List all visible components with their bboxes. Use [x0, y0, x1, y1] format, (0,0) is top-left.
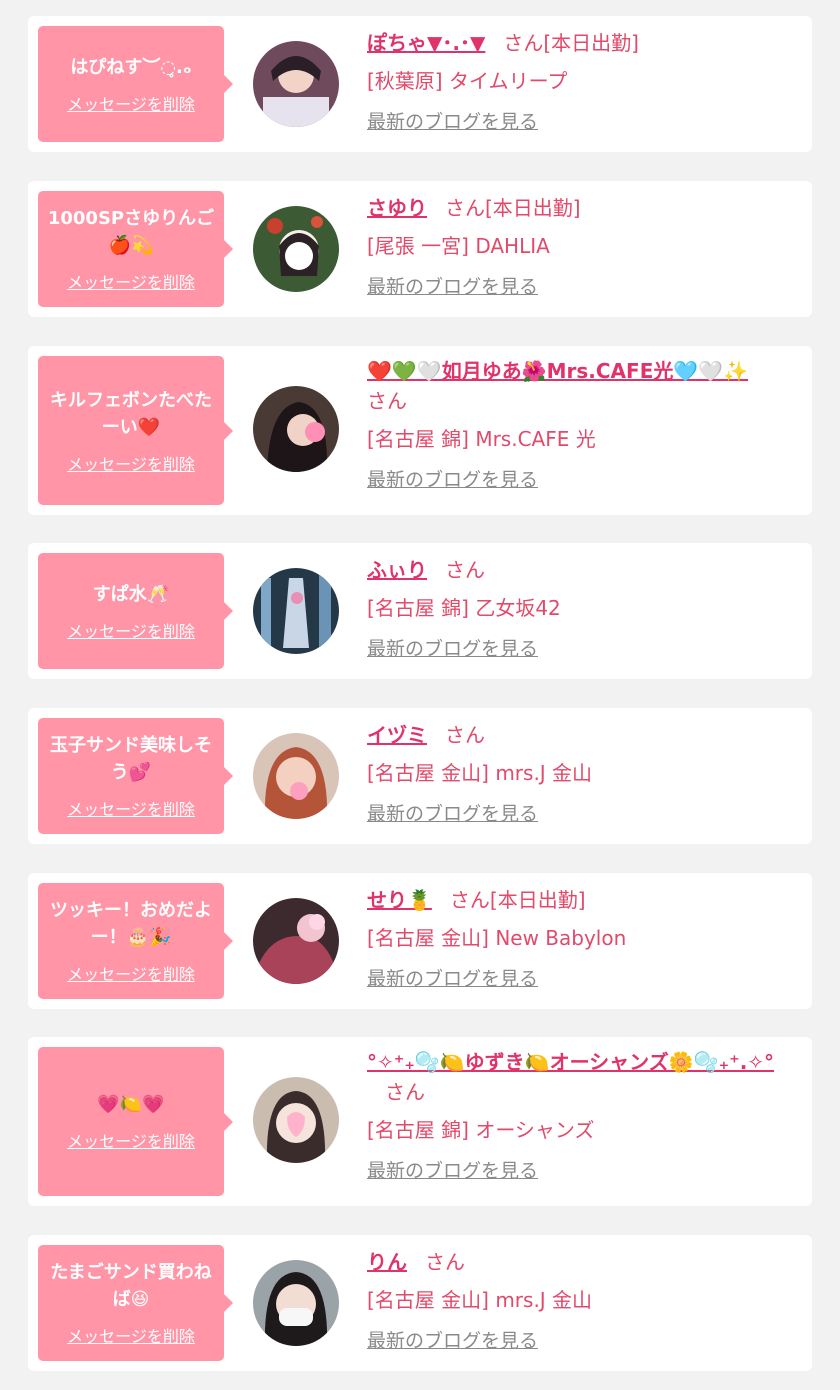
avatar[interactable]	[253, 1260, 339, 1346]
message-text: たまごサンド買わねば😆	[50, 1262, 212, 1310]
cast-name-link[interactable]: さゆり	[367, 196, 427, 220]
message-text: 💗🍋💗	[97, 1094, 165, 1115]
shop-label: [名古屋 金山] mrs.J 金山	[367, 1288, 593, 1312]
delete-message-link[interactable]: メッセージを削除	[67, 91, 195, 115]
shop-label: [尾張 一宮] DAHLIA	[367, 234, 550, 258]
message-text: 玉子サンド美味しそう💕	[50, 735, 212, 783]
list-item: たまごサンド買わねば😆 メッセージを削除 りん さん [名古屋 金山] mrs.J…	[28, 1235, 812, 1371]
honorific: さん	[445, 196, 485, 220]
cast-name-link[interactable]: ふぃり	[367, 558, 427, 582]
avatar[interactable]	[253, 1077, 339, 1163]
message-bubble: キルフェボンたべたーい❤️ メッセージを削除	[38, 356, 233, 505]
message-text: 1000SPさゆりんご🍎💫	[47, 208, 215, 256]
avatar[interactable]	[253, 568, 339, 654]
honorific: さん	[385, 1080, 425, 1104]
message-text: ツッキー！おめだよー！🎂🎉	[50, 900, 212, 948]
honorific: さん	[445, 558, 485, 582]
avatar[interactable]	[253, 386, 339, 472]
shop-label: [名古屋 金山] mrs.J 金山	[367, 761, 593, 785]
honorific: さん	[449, 888, 490, 912]
list-item: キルフェボンたべたーい❤️ メッセージを削除 ❤️💚🤍如月ゆあ🌺Mrs.CAFE…	[28, 346, 812, 515]
message-bubble: たまごサンド買わねば😆 メッセージを削除	[38, 1245, 233, 1361]
message-text: はぴねす︶◌̥.ₒ	[70, 56, 192, 78]
cast-name-link[interactable]: °✧⁺₊🫧🍋ゆずき🍋オーシャンズ🌼🫧₊⁺.✧°	[367, 1050, 774, 1074]
honorific: さん	[503, 31, 544, 55]
cast-name-link[interactable]: せり🍍	[367, 888, 432, 912]
cast-name-link[interactable]: イヅミ	[367, 723, 427, 747]
latest-blog-link[interactable]: 最新のブログを見る	[367, 965, 538, 993]
cast-name-link[interactable]: ぽちゃ▼･.･▼	[367, 31, 485, 55]
status-badge: [本日出勤]	[489, 888, 586, 912]
latest-blog-link[interactable]: 最新のブログを見る	[367, 273, 538, 301]
cast-name-link[interactable]: りん	[367, 1250, 407, 1274]
message-text: すぱ水🥂	[92, 583, 170, 605]
latest-blog-link[interactable]: 最新のブログを見る	[367, 800, 538, 828]
status-badge: [本日出勤]	[543, 31, 639, 55]
honorific: さん	[425, 1250, 465, 1274]
shop-label: [名古屋 錦] 乙女坂42	[367, 596, 561, 620]
delete-message-link[interactable]: メッセージを削除	[67, 1128, 195, 1152]
message-text: キルフェボンたべたーい❤️	[50, 389, 212, 438]
shop-label: [名古屋 金山] New Babylon	[367, 926, 627, 950]
delete-message-link[interactable]: メッセージを削除	[67, 269, 195, 293]
shop-label: [名古屋 錦] オーシャンズ	[367, 1118, 595, 1142]
list-item: はぴねす︶◌̥.ₒ メッセージを削除 ぽちゃ▼･.･▼ さん[本日出勤] [秋葉原…	[28, 16, 812, 152]
latest-blog-link[interactable]: 最新のブログを見る	[367, 108, 538, 136]
avatar[interactable]	[253, 733, 339, 819]
list-item: 1000SPさゆりんご🍎💫 メッセージを削除 さゆり さん[本日出勤] [尾張 一…	[28, 181, 812, 317]
status-badge: [本日出勤]	[485, 196, 581, 220]
message-bubble: 玉子サンド美味しそう💕 メッセージを削除	[38, 718, 233, 834]
latest-blog-link[interactable]: 最新のブログを見る	[367, 466, 538, 494]
message-bubble: すぱ水🥂 メッセージを削除	[38, 553, 233, 669]
avatar[interactable]	[253, 898, 339, 984]
list-item: 玉子サンド美味しそう💕 メッセージを削除 イヅミ さん [名古屋 金山] mrs.…	[28, 708, 812, 844]
honorific: さん	[445, 723, 485, 747]
message-bubble: はぴねす︶◌̥.ₒ メッセージを削除	[38, 26, 233, 142]
shop-label: [名古屋 錦] Mrs.CAFE 光	[367, 427, 596, 451]
latest-blog-link[interactable]: 最新のブログを見る	[367, 1327, 538, 1355]
delete-message-link[interactable]: メッセージを削除	[67, 796, 195, 820]
delete-message-link[interactable]: メッセージを削除	[67, 618, 195, 642]
list-item: すぱ水🥂 メッセージを削除 ふぃり さん [名古屋 錦] 乙女坂42 最新のブログ…	[28, 543, 812, 679]
delete-message-link[interactable]: メッセージを削除	[67, 961, 195, 985]
message-bubble: ツッキー！おめだよー！🎂🎉 メッセージを削除	[38, 883, 233, 999]
latest-blog-link[interactable]: 最新のブログを見る	[367, 635, 538, 663]
list-item: ツッキー！おめだよー！🎂🎉 メッセージを削除 せり🍍 さん[本日出勤] [名古屋 …	[28, 873, 812, 1009]
delete-message-link[interactable]: メッセージを削除	[67, 451, 195, 475]
cast-name-link[interactable]: ❤️💚🤍如月ゆあ🌺Mrs.CAFE光🩵🤍✨	[367, 359, 748, 383]
list-item: 💗🍋💗 メッセージを削除 °✧⁺₊🫧🍋ゆずき🍋オーシャンズ🌼🫧₊⁺.✧° さん …	[28, 1037, 812, 1206]
message-bubble: 💗🍋💗 メッセージを削除	[38, 1047, 233, 1196]
message-bubble: 1000SPさゆりんご🍎💫 メッセージを削除	[38, 191, 233, 307]
latest-blog-link[interactable]: 最新のブログを見る	[367, 1157, 538, 1185]
avatar[interactable]	[253, 41, 339, 127]
shop-label: [秋葉原] タイムリープ	[367, 69, 568, 93]
avatar[interactable]	[253, 206, 339, 292]
honorific: さん	[367, 389, 407, 413]
delete-message-link[interactable]: メッセージを削除	[67, 1323, 195, 1347]
